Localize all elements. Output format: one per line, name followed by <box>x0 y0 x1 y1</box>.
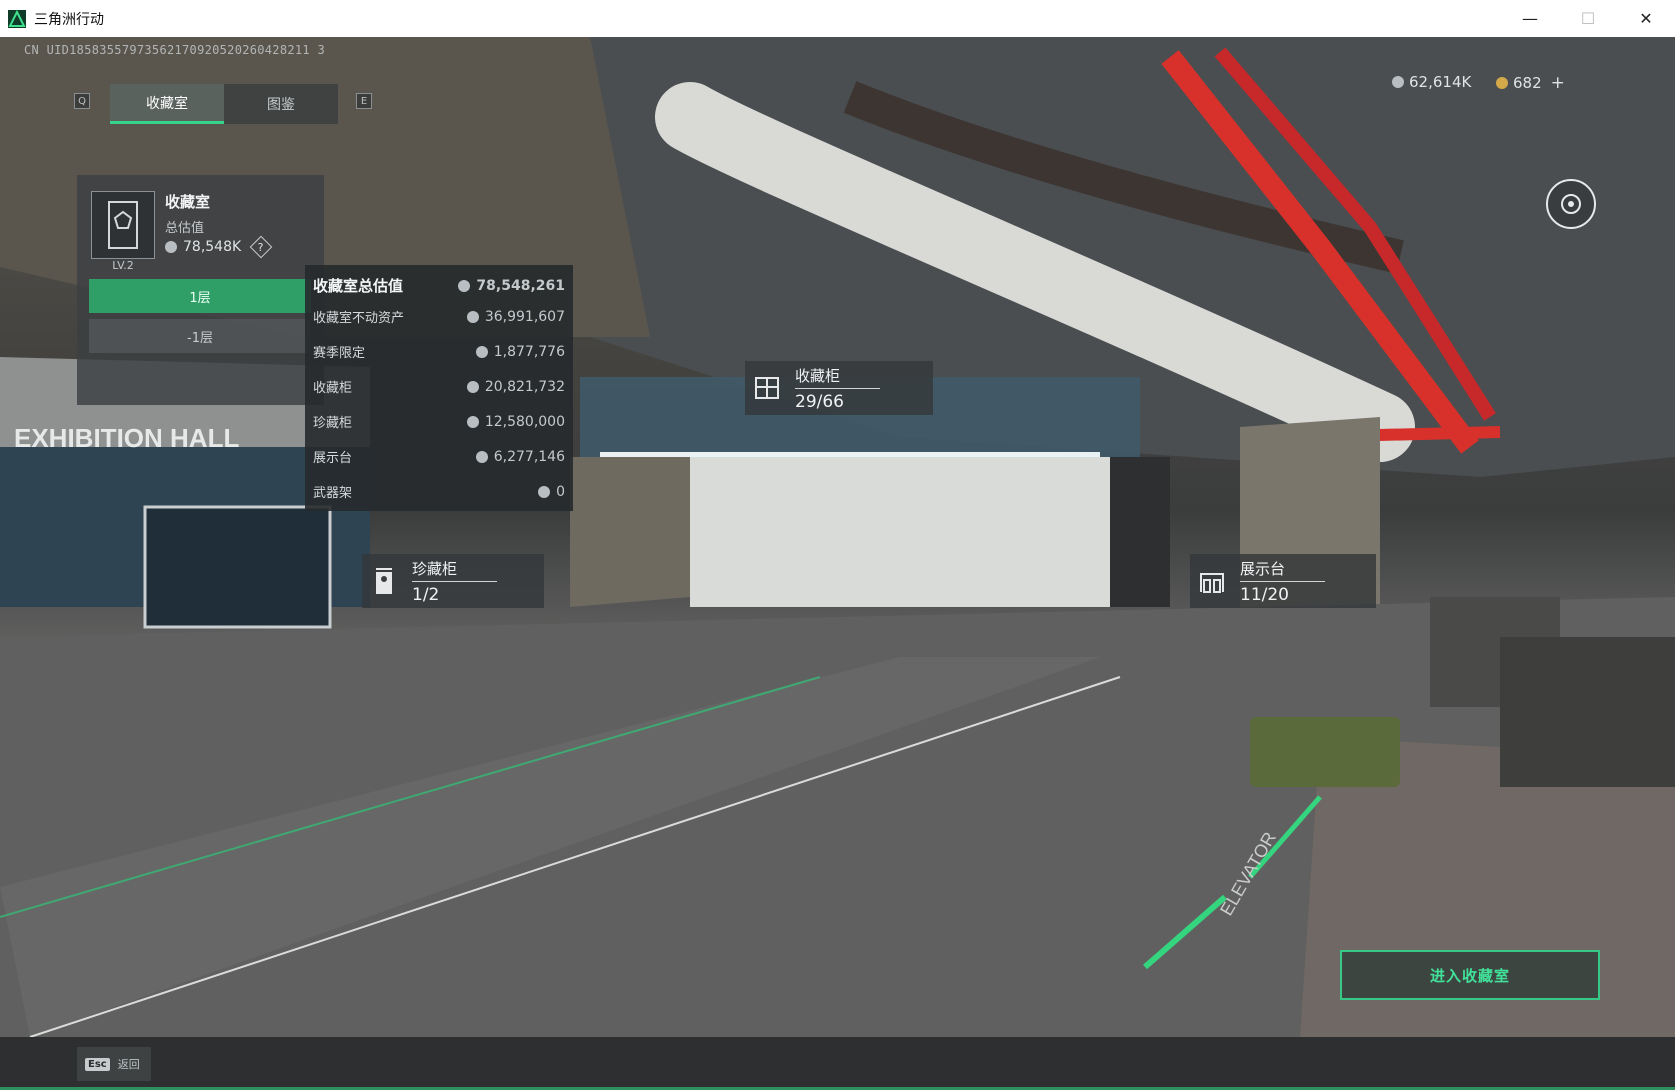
trophy-case-icon <box>108 201 138 249</box>
maximize-button[interactable]: ☐ <box>1559 0 1617 37</box>
breakdown-row: 收藏室不动资产 36,991,607 <box>313 307 565 327</box>
silver-coin-icon <box>466 380 479 393</box>
collection-room-badge <box>91 191 155 259</box>
add-currency-button[interactable]: + <box>1551 73 1565 93</box>
esc-key-icon: Esc <box>85 1057 110 1071</box>
cabinet-icon <box>745 361 789 415</box>
back-label: 返回 <box>117 1058 140 1071</box>
silver-coin-icon <box>458 279 471 292</box>
window-title: 三角洲行动 <box>34 11 104 28</box>
back-button[interactable]: Esc 返回 <box>77 1047 151 1081</box>
breakdown-row-label: 收藏柜 <box>313 381 353 396</box>
key-hint-e: E <box>356 93 372 109</box>
silver-coin-icon <box>475 450 488 463</box>
display-stand-icon <box>1190 554 1234 608</box>
silver-currency: 62,614K <box>1392 73 1471 91</box>
marker-display-stand[interactable]: 展示台 11/20 <box>1190 554 1376 608</box>
player-uid: CN UID18583557973562170920520260428211 3 <box>24 43 325 57</box>
key-hint-q: Q <box>74 93 90 109</box>
breakdown-row: 收藏柜 20,821,732 <box>313 377 565 397</box>
window-titlebar: 三角洲行动 — ☐ ✕ <box>0 0 1675 37</box>
collection-level: LV.2 <box>112 259 134 272</box>
marker-collection-cabinet[interactable]: 收藏柜 29/66 <box>745 361 933 415</box>
marker-title: 珍藏柜 <box>412 558 498 582</box>
marker-title: 收藏柜 <box>795 365 881 389</box>
gold-coin-icon <box>1496 77 1508 89</box>
breakdown-title: 收藏室总估值 <box>313 277 404 295</box>
silver-coin-icon <box>466 310 479 323</box>
breakdown-row-label: 珍藏柜 <box>313 416 353 431</box>
bottom-bar: Esc 返回 <box>0 1037 1675 1090</box>
breakdown-row: 赛季限定 1,877,776 <box>313 342 565 362</box>
gold-currency: 682 + <box>1496 73 1565 93</box>
floor-1-button[interactable]: 1层 <box>89 279 311 313</box>
floor-b1-button[interactable]: -1层 <box>89 319 311 353</box>
marker-title: 展示台 <box>1240 558 1326 582</box>
silver-coin-icon <box>1392 76 1404 88</box>
marker-count: 1/2 <box>412 584 440 605</box>
marker-treasure-cabinet[interactable]: 珍藏柜 1/2 <box>362 554 544 608</box>
exhibition-hall-sign: EXHIBITION HALL <box>14 423 239 453</box>
tab-collection-room[interactable]: 收藏室 <box>110 84 224 124</box>
breakdown-row-value: 12,580,000 <box>484 413 565 430</box>
breakdown-row-label: 展示台 <box>313 451 353 466</box>
breakdown-row-value: 36,991,607 <box>484 308 565 325</box>
breakdown-row-value: 20,821,732 <box>484 378 565 395</box>
breakdown-row-value: 6,277,146 <box>493 448 565 465</box>
breakdown-total: 78,548,261 <box>476 277 565 294</box>
silver-coin-icon <box>538 485 551 498</box>
breakdown-row-label: 收藏室不动资产 <box>313 311 405 326</box>
silver-coin-icon <box>466 415 479 428</box>
help-icon[interactable]: ? <box>249 235 273 259</box>
total-value: 78,548K ? <box>165 235 273 259</box>
silver-coin-icon <box>475 345 488 358</box>
value-breakdown-tooltip: 收藏室总估值 78,548,261 收藏室不动资产 36,991,607 赛季限… <box>305 265 573 511</box>
marker-count: 29/66 <box>795 391 844 412</box>
breakdown-row-label: 赛季限定 <box>313 346 366 361</box>
close-button[interactable]: ✕ <box>1617 0 1675 37</box>
enter-collection-room-button[interactable]: 进入收藏室 <box>1340 950 1600 1000</box>
treasure-cabinet-icon <box>362 554 406 608</box>
breakdown-row: 武器架 0 <box>313 482 565 502</box>
total-value-label: 总估值 <box>165 221 205 236</box>
breakdown-row-label: 武器架 <box>313 486 353 501</box>
camera-reset-icon[interactable] <box>1546 179 1596 229</box>
gold-amount: 682 <box>1513 74 1542 92</box>
app-logo-icon <box>8 9 26 28</box>
minimize-button[interactable]: — <box>1501 0 1559 37</box>
marker-count: 11/20 <box>1240 584 1289 605</box>
breakdown-header: 收藏室总估值 78,548,261 <box>313 275 565 296</box>
game-viewport: ELEVATOR EXHIBITION HALL CN UID185835579… <box>0 37 1675 1090</box>
tab-codex[interactable]: 图鉴 <box>224 84 338 124</box>
collection-room-name: 收藏室 <box>165 193 211 211</box>
breakdown-row: 展示台 6,277,146 <box>313 447 565 467</box>
total-value-amount: 78,548K <box>183 239 242 255</box>
breakdown-row-value: 1,877,776 <box>493 343 565 360</box>
breakdown-row: 珍藏柜 12,580,000 <box>313 412 565 432</box>
silver-amount: 62,614K <box>1409 73 1472 91</box>
breakdown-row-value: 0 <box>556 483 565 500</box>
silver-coin-icon <box>165 241 177 253</box>
